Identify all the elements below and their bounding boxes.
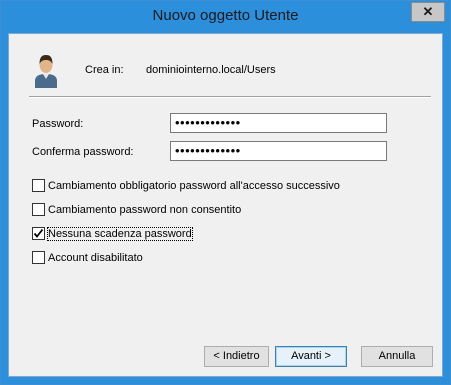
dialog-window: Nuovo oggetto Utente ✕ Crea in: dominioi… — [0, 0, 451, 385]
checkbox-account-disabled[interactable] — [32, 251, 45, 264]
create-in-path: dominiointerno.local/Users — [146, 64, 276, 76]
confirm-password-label: Conferma password: — [32, 146, 134, 158]
create-in-label: Crea in: — [85, 64, 124, 76]
checkbox-must-change-password[interactable] — [32, 179, 45, 192]
user-icon — [35, 55, 57, 88]
password-label: Password: — [32, 118, 84, 130]
option-label[interactable]: Cambiamento obbligatorio password all'ac… — [48, 180, 340, 192]
next-button[interactable]: Avanti > — [275, 346, 347, 367]
password-input[interactable]: ••••••••••••• — [170, 113, 387, 133]
separator — [29, 96, 431, 98]
dialog-body: Crea in: dominiointerno.local/Users Pass… — [8, 33, 443, 377]
title-bar[interactable]: Nuovo oggetto Utente ✕ — [1, 1, 450, 33]
checkbox-password-never-expires[interactable] — [32, 227, 45, 240]
option-label[interactable]: Nessuna scadenza password — [47, 227, 193, 241]
checkbox-cannot-change-password[interactable] — [32, 203, 45, 216]
window-title: Nuovo oggetto Utente — [152, 7, 299, 24]
check-icon — [33, 228, 44, 238]
confirm-password-input[interactable]: ••••••••••••• — [170, 141, 387, 161]
back-button[interactable]: < Indietro — [204, 346, 269, 367]
option-label[interactable]: Account disabilitato — [48, 252, 143, 264]
close-button[interactable]: ✕ — [411, 2, 445, 22]
option-label[interactable]: Cambiamento password non consentito — [48, 204, 241, 216]
cancel-button[interactable]: Annulla — [361, 346, 433, 367]
